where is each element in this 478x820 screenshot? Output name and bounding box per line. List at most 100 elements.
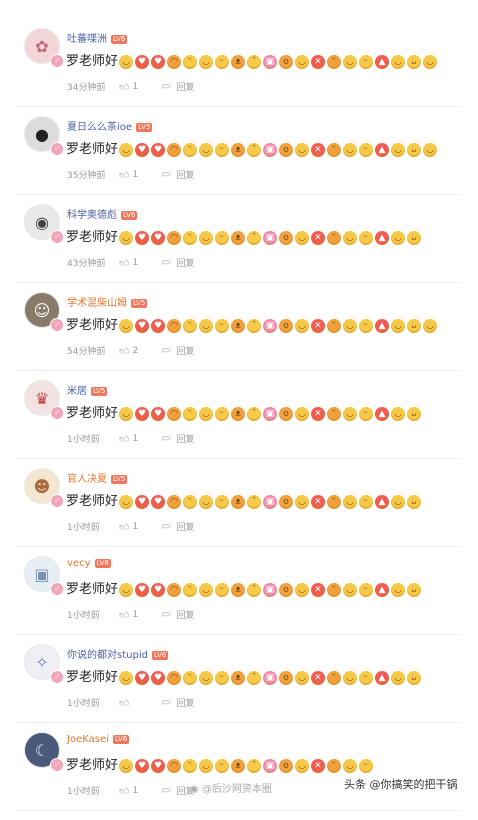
divider [16,634,462,635]
reply-button[interactable]: ▭ 回复 [161,608,194,621]
emoji-face-icon: ˘ [247,407,262,421]
divider [16,722,462,723]
like-button[interactable]: 👍︎ 1 [119,81,159,93]
emoji-face-icon: ▣ [263,143,278,157]
emoji-face-icon: ᵕ [359,759,374,773]
emoji-face-icon: ᴥ [231,583,246,597]
emoji-face-icon: o [279,583,294,597]
comment-body: 罗老师好 [66,53,119,69]
comment-icon: ▭ [161,785,171,796]
emoji-face-icon: ♥ [151,319,166,333]
like-button[interactable]: 👍︎ 1 [119,169,159,181]
emoji-face-icon: ▣ [263,55,278,69]
reply-button[interactable]: ▭ 回复 [161,344,194,357]
comment-text: 罗老师好 ◡ ♥ ♥ ◠ ᵔ ◡ ᵕ ᴥ ˘ ▣ o ◡ ✕ ᵔ ◡ ᵕ ▲ ◡ ᴗ [66,400,423,422]
like-button[interactable]: 👍︎ 1 [119,785,159,797]
emoji-face-icon: ◠ [167,583,182,597]
like-count: 1 [132,521,139,532]
emoji-face-icon: ◡ [391,583,406,597]
emoji-face-icon: ◡ [199,55,214,69]
username[interactable]: JoeKasei [67,734,109,745]
like-button[interactable]: 👍︎ [119,697,159,709]
emoji-face-icon: ▲ [375,583,390,597]
night-avatar-icon: ☾ [34,740,50,760]
emoji-face-icon: ▲ [375,143,390,157]
divider [16,194,462,195]
doll-avatar-icon: ☻ [33,476,51,496]
divider [16,810,462,811]
emoji-face-icon: ◡ [391,407,406,421]
emoji-face-icon: ◡ [391,231,406,245]
like-button[interactable]: 👍︎ 2 [119,345,159,357]
emoji-face-icon: ᵔ [183,759,198,773]
reply-button[interactable]: ▭ 回复 [161,80,194,93]
comment-time: 35分钟前 [67,171,106,181]
emoji-face-icon: o [279,143,294,157]
emoji-face-icon: ˘ [247,495,262,509]
comment-text: 罗老师好 ◡ ♥ ♥ ◠ ᵔ ◡ ᵕ ᴥ ˘ ▣ o ◡ ✕ ᵔ ◡ ᵕ ▲ ◡ ᴗ ◡ [66,48,439,70]
emoji-face-icon: ˘ [247,759,262,773]
toutiao-watermark: 头条 @你搞笑的把干锅 [344,778,458,791]
username[interactable]: 学术混柴山姆 [67,298,127,309]
comment-text: 罗老师好 ◡ ♥ ♥ ◠ ᵔ ◡ ᵕ ᴥ ˘ ▣ o ◡ ✕ ᵔ ◡ ᵕ ▲ ◡ ᴗ [66,576,423,598]
verified-badge-icon: ✓ [50,230,64,244]
comment-text: 罗老师好 ◡ ♥ ♥ ◠ ᵔ ◡ ᵕ ᴥ ˘ ▣ o ◡ ✕ ᵔ ◡ ᵕ [66,752,375,774]
reply-button[interactable]: ▭ 回复 [161,256,194,269]
emoji-face-icon: ᴗ [407,231,422,245]
emoji-face-icon: ◡ [295,55,310,69]
emoji-face-icon: ˘ [247,55,262,69]
emoji-face-icon: ᵔ [183,319,198,333]
reply-button[interactable]: ▭ 回复 [161,520,194,533]
comment-icon: ▭ [161,169,171,180]
verified-badge-icon: ✓ [50,318,64,332]
emoji-face-icon: ᴥ [231,231,246,245]
comment-text: 罗老师好 ◡ ♥ ♥ ◠ ᵔ ◡ ᵕ ᴥ ˘ ▣ o ◡ ✕ ᵔ ◡ ᵕ ▲ ◡ ᴗ [66,488,423,510]
emoji-face-icon: ◡ [391,495,406,509]
emoji-face-icon: ♥ [135,319,150,333]
comment-meta: 43分钟前 👍︎ 1 ▭ 回复 [67,256,194,269]
emoji-face-icon: o [279,55,294,69]
username[interactable]: 米居 [67,386,87,397]
like-count: 1 [132,433,139,444]
username[interactable]: 你说的都对stupid [67,650,148,661]
emoji-face-icon: ♥ [135,231,150,245]
emoji-face-icon: ᵔ [327,143,342,157]
comment-item: ✿ ✓ 吐蕃喋洲 LV6 罗老师好 ◡ ♥ ♥ ◠ ᵔ ◡ ᵕ ᴥ ˘ ▣ o ◡ ✕ ᵔ ◡ ᵕ ▲ ◡ ᴗ ◡ 34… [0,28,478,116]
like-button[interactable]: 👍︎ 1 [119,521,159,533]
username[interactable]: 吐蕃喋洲 [67,34,107,45]
comment-time: 1小时前 [67,699,100,709]
username[interactable]: vecy [67,558,91,569]
emoji-face-icon: ◠ [167,671,182,685]
emoji-face-icon: ◡ [199,143,214,157]
emoji-face-icon: ᵔ [183,231,198,245]
reply-button[interactable]: ▭ 回复 [161,168,194,181]
thumbs-up-icon: 👍︎ [119,257,130,269]
emoji-face-icon: ᵕ [215,583,230,597]
reply-button[interactable]: ▭ 回复 [161,432,194,445]
emoji-face-icon: ♥ [151,407,166,421]
emoji-face-icon: ᵕ [215,231,230,245]
emoji-group: ◡ ♥ ♥ ◠ ᵔ ◡ ᵕ ᴥ ˘ ▣ o ◡ ✕ ᵔ ◡ ᵕ ▲ ◡ ᴗ [119,665,423,685]
emoji-face-icon: ◠ [167,759,182,773]
comment-item: ◉ ✓ 科学奥德彪 LV6 罗老师好 ◡ ♥ ♥ ◠ ᵔ ◡ ᵕ ᴥ ˘ ▣ o ◡ ✕ ᵔ ◡ ᵕ ▲ ◡ ᴗ 43… [0,204,478,292]
comment-body: 罗老师好 [66,405,119,421]
like-button[interactable]: 👍︎ 1 [119,257,159,269]
like-button[interactable]: 👍︎ 1 [119,609,159,621]
emoji-face-icon: ᴗ [407,319,422,333]
emoji-face-icon: ▣ [263,319,278,333]
username[interactable]: 官人决夏 [67,474,107,485]
emoji-face-icon: o [279,319,294,333]
emoji-face-icon: ᵔ [327,407,342,421]
username[interactable]: 夏日么么茶ioe [67,122,132,133]
thumbs-up-icon: 👍︎ [119,697,130,709]
reply-button[interactable]: ▭ 回复 [161,696,194,709]
emoji-face-icon: ♥ [135,583,150,597]
comment-meta: 1小时前 👍︎ 1 ▭ 回复 [67,520,194,533]
thumbs-up-icon: 👍︎ [119,521,130,533]
emoji-face-icon: ᵕ [215,143,230,157]
like-button[interactable]: 👍︎ 1 [119,433,159,445]
username[interactable]: 科学奥德彪 [67,210,117,221]
emoji-face-icon: ◡ [295,495,310,509]
emoji-face-icon: ▣ [263,407,278,421]
man-avatar-icon: ☺ [33,300,51,320]
